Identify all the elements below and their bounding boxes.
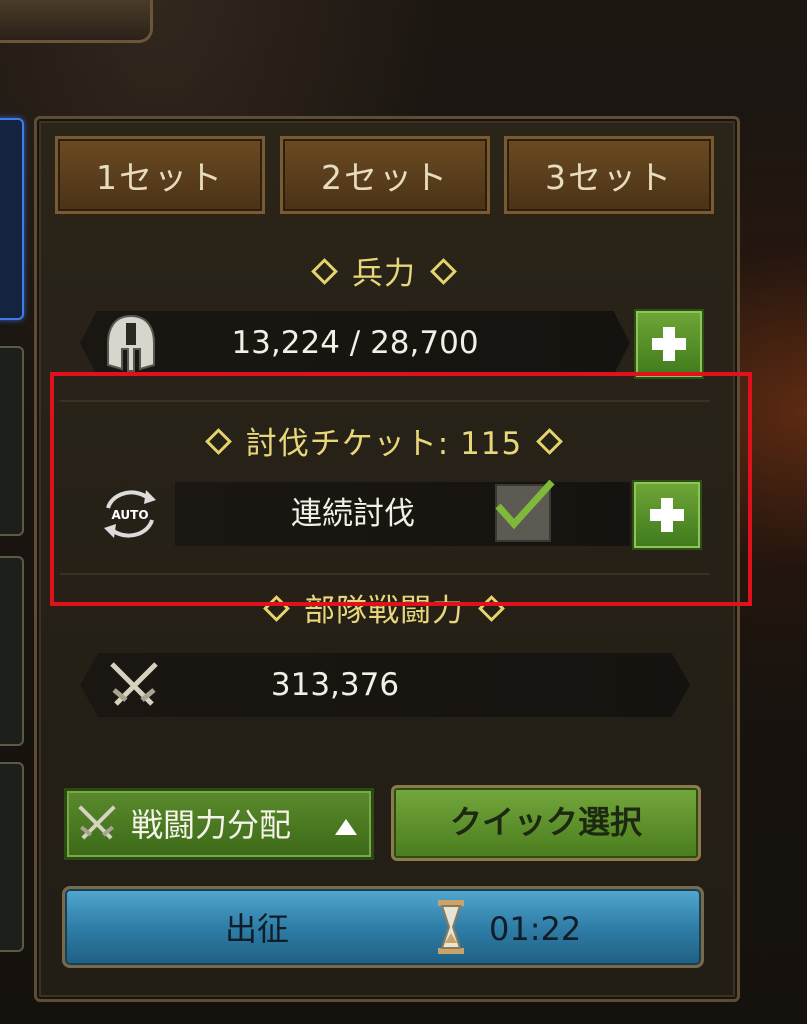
- hourglass-icon: [438, 900, 464, 954]
- highlight-box: [50, 372, 752, 606]
- set-1-button[interactable]: 1セット: [55, 136, 265, 214]
- helmet-icon: [107, 314, 155, 372]
- depart-timer: 01:22: [489, 910, 582, 948]
- quick-select-button[interactable]: クイック選択: [391, 785, 701, 861]
- set-2-button[interactable]: 2セット: [280, 136, 490, 214]
- side-tab-3[interactable]: [0, 556, 24, 746]
- triangle-up-icon: [335, 819, 357, 835]
- side-tab-4[interactable]: [0, 762, 24, 952]
- troops-title-text: 兵力: [352, 256, 416, 292]
- power-value: 313,376: [270, 667, 400, 703]
- side-tab-1[interactable]: [0, 118, 24, 320]
- troops-title: 兵力: [34, 248, 734, 293]
- set-3-button[interactable]: 3セット: [504, 136, 714, 214]
- distribute-label: 戦闘力分配: [131, 806, 292, 844]
- diamond-icon: [430, 258, 457, 285]
- depart-button[interactable]: 出征 01:22: [62, 886, 704, 968]
- crossed-swords-icon: [110, 662, 158, 706]
- crossed-swords-icon: [78, 805, 116, 840]
- diamond-icon: [311, 258, 338, 285]
- add-troops-button[interactable]: [634, 309, 704, 379]
- quick-select-label: クイック選択: [449, 803, 642, 841]
- troops-bar: 13,224 / 28,700: [80, 311, 630, 375]
- troops-value: 13,224 / 28,700: [231, 325, 479, 361]
- depart-label: 出征: [225, 910, 290, 948]
- side-tab-2[interactable]: [0, 346, 24, 536]
- top-frame: [0, 0, 153, 43]
- power-distribution-button[interactable]: 戦闘力分配: [64, 788, 374, 860]
- power-bar: 313,376: [80, 653, 690, 717]
